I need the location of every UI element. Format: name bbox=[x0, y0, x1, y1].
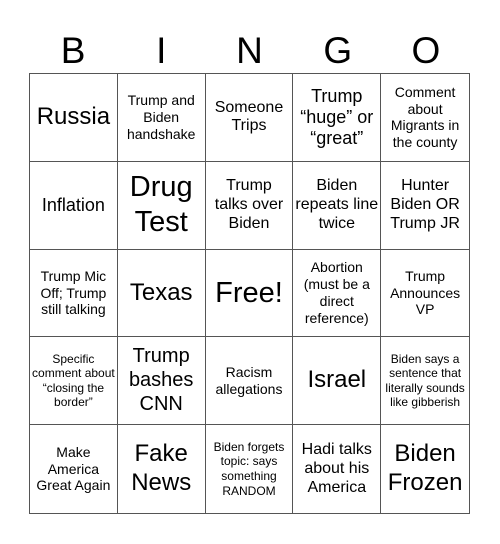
bingo-cell-r4c3[interactable]: Racism allegations bbox=[205, 337, 294, 426]
bingo-cell-r5c1[interactable]: Make America Great Again bbox=[30, 425, 118, 513]
header-letter-i: I bbox=[156, 30, 167, 71]
header-letter-g: G bbox=[323, 30, 353, 71]
cell-text: Israel bbox=[307, 366, 367, 394]
cell-text: Trump talks over Biden bbox=[214, 176, 284, 232]
bingo-cell-r3c1[interactable]: Trump Mic Off; Trump still talking bbox=[30, 249, 118, 338]
cell-text: Biden says a sentence that literally sou… bbox=[385, 351, 465, 410]
bingo-cell-r2c2[interactable]: Drug Test bbox=[117, 161, 206, 250]
cell-text: Trump bashes CNN bbox=[128, 345, 194, 415]
cell-text: Someone Trips bbox=[214, 98, 284, 135]
cell-text: Inflation bbox=[41, 194, 105, 215]
cell-text: Racism allegations bbox=[215, 363, 283, 397]
cell-text: Trump “huge” or “great” bbox=[300, 85, 374, 149]
header-letter-n: N bbox=[236, 30, 263, 71]
bingo-cell-r4c2[interactable]: Trump bashes CNN bbox=[117, 337, 206, 426]
cell-text: Fake News bbox=[131, 440, 192, 497]
cell-text: Abortion (must be a direct reference) bbox=[303, 259, 370, 326]
bingo-cell-r5c2[interactable]: Fake News bbox=[118, 425, 206, 513]
cell-text: Russia bbox=[36, 103, 111, 130]
cell-text: Comment about Migrants in the county bbox=[390, 83, 460, 151]
cell-text: Biden repeats line twice bbox=[295, 176, 379, 232]
bingo-cell-r2c1[interactable]: Inflation bbox=[30, 161, 118, 250]
cell-text: Trump and Biden handshake bbox=[126, 92, 196, 142]
bingo-cell-r2c3[interactable]: Trump talks over Biden bbox=[205, 161, 294, 250]
bingo-cell-r1c5[interactable]: Comment about Migrants in the county bbox=[381, 74, 469, 162]
cell-text: Drug Test bbox=[129, 171, 193, 239]
bingo-cell-r3c2[interactable]: Texas bbox=[117, 249, 206, 338]
cell-text: Texas bbox=[129, 278, 193, 306]
header-letter-o: O bbox=[411, 30, 441, 71]
bingo-cell-r3c5[interactable]: Trump Announces VP bbox=[381, 250, 469, 338]
bingo-cell-r5c5[interactable]: Biden Frozen bbox=[381, 425, 469, 513]
header-letter-b: B bbox=[60, 30, 86, 71]
cell-text: Specific comment about “closing the bord… bbox=[32, 351, 115, 410]
bingo-cell-r5c4[interactable]: Hadi talks about his America bbox=[293, 425, 382, 513]
bingo-cell-r3c4[interactable]: Abortion (must be a direct reference) bbox=[293, 249, 382, 338]
bingo-cell-r1c1[interactable]: Russia bbox=[30, 74, 118, 162]
bingo-cell-r2c5[interactable]: Hunter Biden OR Trump JR bbox=[381, 162, 469, 250]
cell-text: Make America Great Again bbox=[36, 443, 111, 494]
bingo-cell-r4c4[interactable]: Israel bbox=[293, 337, 382, 426]
cell-text: Biden forgets topic: says something RAND… bbox=[213, 439, 285, 498]
cell-text: Hadi talks about his America bbox=[301, 440, 372, 496]
bingo-board: Russia Trump and Biden handshake Someone… bbox=[29, 73, 470, 514]
bingo-cell-r4c5[interactable]: Biden says a sentence that literally sou… bbox=[381, 337, 469, 426]
cell-text: Trump Announces VP bbox=[390, 267, 461, 318]
bingo-cell-r1c2[interactable]: Trump and Biden handshake bbox=[117, 74, 206, 162]
cell-text: Trump Mic Off; Trump still talking bbox=[40, 267, 107, 318]
bingo-cell-r4c1[interactable]: Specific comment about “closing the bord… bbox=[30, 337, 118, 426]
bingo-cell-r1c4[interactable]: Trump “huge” or “great” bbox=[293, 74, 382, 162]
cell-text: Biden Frozen bbox=[387, 440, 463, 497]
bingo-cell-r5c3[interactable]: Biden forgets topic: says something RAND… bbox=[206, 425, 294, 513]
bingo-cell-r2c4[interactable]: Biden repeats line twice bbox=[293, 161, 382, 250]
cell-text: Hunter Biden OR Trump JR bbox=[390, 176, 460, 232]
cell-text: Free! bbox=[215, 276, 283, 309]
bingo-cell-r1c3[interactable]: Someone Trips bbox=[205, 74, 294, 162]
bingo-header: B I N G O bbox=[29, 28, 470, 73]
bingo-cell-r3c3[interactable]: Free! bbox=[205, 249, 294, 338]
